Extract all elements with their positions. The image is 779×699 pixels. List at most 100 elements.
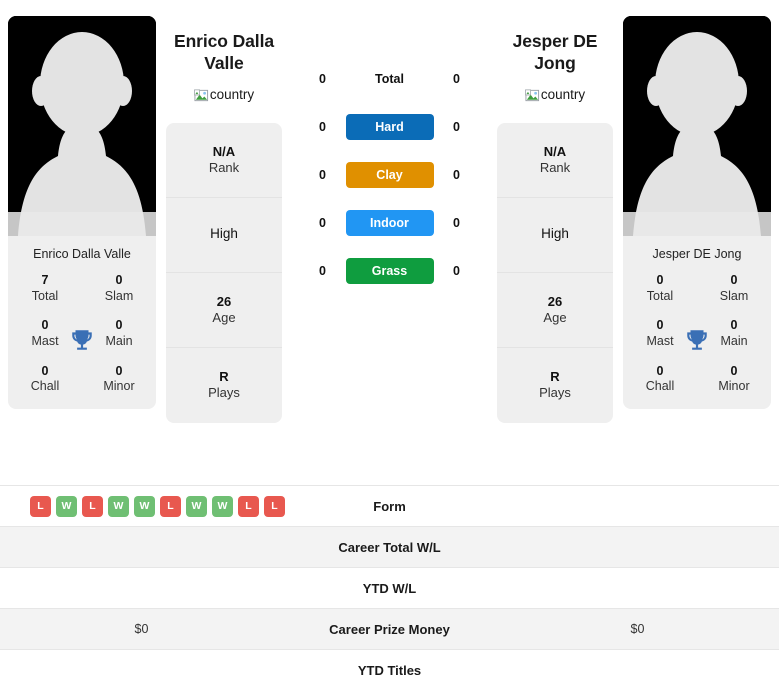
right-player-country-alt: country — [540, 86, 586, 102]
form-badge-w[interactable]: W — [134, 495, 155, 517]
right-detail-age: 26 Age — [497, 273, 613, 348]
h2h-row: 0 Indoor 0 — [284, 210, 495, 236]
row-label-form: Form — [373, 498, 406, 514]
right-player-country: country — [524, 86, 586, 102]
h2h-right-score: 0 — [453, 72, 460, 86]
row-label-ytd-wl: YTD W/L — [362, 580, 417, 596]
left-detail-high: High — [166, 198, 282, 273]
h2h-left-score: 0 — [319, 264, 326, 278]
form-badge-l[interactable]: L — [30, 495, 51, 517]
h2h-right-score: 0 — [453, 264, 460, 278]
right-player-photo — [623, 16, 771, 236]
table-row: LWLWWLWWLL Form — [0, 485, 779, 526]
left-player-photo — [8, 16, 156, 236]
left-player-country: country — [193, 86, 255, 102]
right-player-photo-card: Jesper DE Jong 0 Total 0 Slam 0 Mast 0 M… — [623, 16, 771, 409]
right-titles-chall: 0 Chall — [623, 364, 697, 395]
h2h-left-score: 0 — [319, 216, 326, 230]
right-player-name: Jesper DE Jong — [512, 31, 598, 74]
left-player-photo-card: Enrico Dalla Valle 7 Total 0 Slam 0 Mast… — [8, 16, 156, 409]
right-detail-age-label: Age — [543, 309, 567, 325]
right-player-detail-card: N/A Rank High 26 Age R Plays — [497, 122, 613, 423]
right-titles-total-value: 0 — [656, 273, 664, 287]
left-player-info-column: Enrico Dalla Valle country N/A Rank High… — [164, 8, 284, 423]
right-detail-high: High — [497, 198, 613, 273]
left-titles-minor-label: Minor — [103, 379, 135, 394]
h2h-surface-hard[interactable]: Hard — [345, 114, 434, 140]
right-detail-rank-label: Rank — [539, 159, 571, 175]
right-titles-chall-value: 0 — [656, 363, 664, 378]
left-detail-age: 26 Age — [166, 273, 282, 348]
left-titles-chall-label: Chall — [30, 379, 60, 394]
left-titles-chall-value: 0 — [41, 363, 49, 378]
broken-image-icon — [193, 87, 208, 101]
h2h-surface-clay[interactable]: Clay — [345, 162, 434, 188]
left-detail-age-value: 26 — [216, 293, 232, 309]
right-titles-slam-value: 0 — [730, 273, 738, 287]
form-badge-l[interactable]: L — [238, 495, 259, 517]
left-titles-slam: 0 Slam — [82, 273, 156, 304]
table-row: YTD Titles — [0, 649, 779, 690]
player-comparison-page: Enrico Dalla Valle 7 Total 0 Slam 0 Mast… — [0, 0, 779, 699]
h2h-row: 0 Clay 0 — [284, 162, 495, 188]
form-badge-l[interactable]: L — [160, 495, 181, 517]
right-detail-rank-value: N/A — [543, 143, 567, 159]
right-detail-high-value: High — [541, 226, 569, 242]
form-badge-w[interactable]: W — [186, 495, 207, 517]
form-badge-w[interactable]: W — [108, 495, 129, 517]
left-titles-total-value: 7 — [41, 273, 49, 287]
form-badge-l[interactable]: L — [82, 495, 103, 517]
h2h-surface-grass[interactable]: Grass — [345, 258, 434, 284]
left-player-name: Enrico Dalla Valle — [174, 31, 274, 74]
player-silhouette-icon — [623, 16, 771, 236]
left-player-detail-card: N/A Rank High 26 Age R Plays — [166, 122, 282, 423]
h2h-surface-indoor[interactable]: Indoor — [345, 210, 434, 236]
right-titles-total: 0 Total — [623, 273, 697, 304]
row-label-career-prize-money: Career Prize Money — [329, 621, 450, 637]
left-titles-minor: 0 Minor — [82, 364, 156, 395]
head-to-head-column: 0 Total 0 0 Hard 0 0 Clay 0 0 Indoor 0 0 — [284, 8, 495, 306]
left-titles-chall: 0 Chall — [8, 364, 82, 395]
left-titles-minor-value: 0 — [115, 363, 123, 378]
right-titles-slam: 0 Slam — [697, 273, 771, 304]
right-player-info-column: Jesper DE Jong country N/A Rank High 26 … — [495, 8, 615, 423]
right-detail-rank: N/A Rank — [497, 123, 613, 198]
left-titles-slam-value: 0 — [115, 273, 123, 287]
right-detail-plays: R Plays — [497, 348, 613, 423]
h2h-row: 0 Total 0 — [284, 66, 495, 92]
right-titles-minor-label: Minor — [718, 379, 750, 394]
h2h-surface-total: Total — [375, 72, 404, 86]
trophy-icon — [72, 330, 92, 350]
h2h-right-score: 0 — [453, 216, 460, 230]
left-value: $0 — [134, 622, 149, 636]
left-player-titles-grid: 7 Total 0 Slam 0 Mast 0 Main 0 Chall 0 M… — [8, 271, 156, 409]
form-badge-w[interactable]: W — [56, 495, 77, 517]
broken-image-icon — [524, 89, 539, 101]
left-form-badges: LWLWWLWWLL — [30, 495, 285, 517]
h2h-right-score: 0 — [453, 120, 460, 134]
stats-comparison-table: LWLWWLWWLL Form Career Total W/L YTD W/L… — [0, 485, 779, 690]
h2h-row: 0 Hard 0 — [284, 114, 495, 140]
left-titles-total-label: Total — [31, 288, 59, 303]
form-left-cell: LWLWWLWWLL — [0, 495, 285, 517]
left-player-country-alt: country — [209, 86, 255, 102]
right-titles-chall-label: Chall — [645, 379, 675, 394]
left-detail-plays: R Plays — [166, 348, 282, 423]
table-row: Career Total W/L — [0, 526, 779, 567]
form-badge-l[interactable]: L — [264, 495, 285, 517]
right-player-titles-grid: 0 Total 0 Slam 0 Mast 0 Main 0 Chall 0 M… — [623, 271, 771, 409]
right-player-photo-caption: Jesper DE Jong — [652, 247, 742, 261]
right-detail-age-value: 26 — [547, 293, 563, 309]
right-value: $0 — [630, 622, 645, 636]
h2h-right-score: 0 — [453, 168, 460, 182]
comparison-header: Enrico Dalla Valle 7 Total 0 Slam 0 Mast… — [0, 0, 779, 478]
left-detail-rank-value: N/A — [212, 143, 236, 159]
h2h-left-score: 0 — [319, 72, 326, 86]
left-detail-plays-label: Plays — [208, 385, 240, 401]
row-label-ytd-titles: YTD Titles — [357, 662, 422, 678]
h2h-left-score: 0 — [319, 168, 326, 182]
form-badge-w[interactable]: W — [212, 495, 233, 517]
table-row: $0 Career Prize Money $0 — [0, 608, 779, 649]
right-detail-plays-label: Plays — [539, 385, 571, 401]
right-titles-slam-label: Slam — [719, 288, 749, 303]
